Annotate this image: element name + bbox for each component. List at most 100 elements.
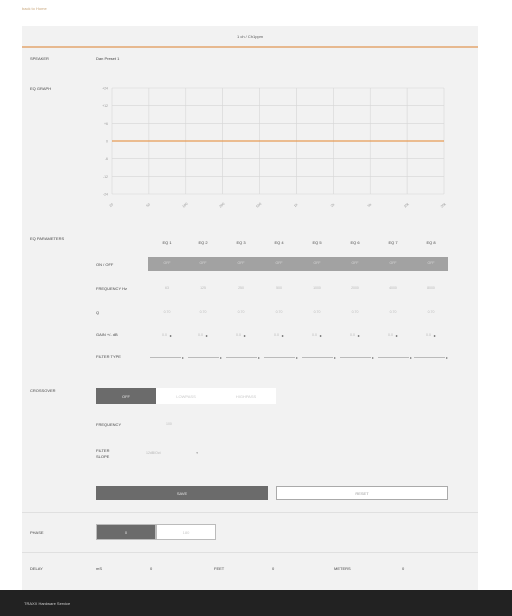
gain-stepper-eq7[interactable]: 0.0 ▸	[378, 332, 408, 338]
eq-y-tick-label: -6	[105, 157, 108, 161]
frequency-eq5[interactable]: 1000	[300, 286, 334, 290]
filter-type-label: FILTER TYPE	[96, 354, 121, 359]
divider	[22, 512, 478, 513]
eq-graph-label: EQ GRAPH	[30, 86, 52, 91]
gain-stepper-eq1[interactable]: 0.0 ▸	[152, 332, 182, 338]
filter-slope-select[interactable]: 12dB/Oct ▾	[144, 446, 200, 460]
q-eq4[interactable]: 0.70	[262, 310, 296, 314]
filter-type-eq1[interactable]: ▸	[150, 354, 184, 360]
gain-value-eq3: 0.0	[236, 333, 241, 337]
delay-meter-input[interactable]: 0	[402, 566, 404, 571]
col-head-eq5: EQ 5	[312, 240, 322, 245]
phase-option-180[interactable]: 180	[156, 524, 216, 540]
filter-type-eq5[interactable]: ▸	[302, 354, 336, 360]
caret-right-icon[interactable]: ▸	[396, 333, 398, 338]
filter-type-eq6[interactable]: ▸	[340, 354, 374, 360]
col-head-eq2: EQ 2	[198, 240, 208, 245]
caret-right-icon[interactable]: ▸	[244, 333, 246, 338]
crossover-option-lowpass[interactable]: LOWPASS	[156, 388, 216, 404]
onoff-toggle-eq5[interactable]: OFF	[304, 261, 330, 267]
q-eq6[interactable]: 0.70	[338, 310, 372, 314]
filter-type-eq3[interactable]: ▸	[226, 354, 260, 360]
col-head-eq6: EQ 6	[350, 240, 360, 245]
delay-ms-input[interactable]: 0	[150, 566, 152, 571]
gain-value-eq1: 0.0	[162, 333, 167, 337]
eq-x-tick-label: 10k	[403, 202, 410, 209]
eq-y-tick-label: 0	[106, 140, 108, 144]
footer-text: TRAXX Hardware Service	[24, 600, 71, 606]
filter-slope-value: 12dB/Oct	[146, 451, 161, 455]
onoff-toggle-eq8[interactable]: OFF	[418, 261, 444, 267]
delay-ms-label: mS	[96, 566, 102, 571]
q-label: Q	[96, 310, 100, 315]
onoff-label: ON / OFF	[96, 262, 114, 267]
q-eq2[interactable]: 0.70	[186, 310, 220, 314]
caret-right-icon[interactable]: ▸	[320, 333, 322, 338]
delay-label: DELAY	[30, 566, 43, 571]
filter-type-eq7[interactable]: ▸	[378, 354, 412, 360]
frequency-eq8[interactable]: 8000	[414, 286, 448, 290]
crossover-option-off[interactable]: OFF	[96, 388, 156, 404]
frequency-eq6[interactable]: 2000	[338, 286, 372, 290]
eq-x-tick-label: 50	[145, 202, 151, 208]
q-eq7[interactable]: 0.70	[376, 310, 410, 314]
caret-right-icon: ▸	[257, 354, 260, 360]
caret-right-icon[interactable]: ▸	[282, 333, 284, 338]
gain-stepper-eq5[interactable]: 0.0 ▸	[302, 332, 332, 338]
reset-button[interactable]: RESET	[276, 486, 448, 500]
caret-right-icon[interactable]: ▸	[434, 333, 436, 338]
frequency-eq7[interactable]: 4000	[376, 286, 410, 290]
eq-y-tick-label: +24	[102, 87, 108, 91]
caret-right-icon: ▸	[295, 354, 298, 360]
delay-feet-input[interactable]: 0	[272, 566, 274, 571]
q-eq5[interactable]: 0.70	[300, 310, 334, 314]
caret-right-icon: ▸	[333, 354, 336, 360]
col-head-eq8: EQ 8	[426, 240, 436, 245]
crossover-frequency-input[interactable]: 100	[166, 422, 172, 426]
gain-stepper-eq8[interactable]: 0.0 ▸	[416, 332, 446, 338]
chevron-down-icon: ▾	[196, 451, 198, 455]
filter-type-eq2[interactable]: ▸	[188, 354, 222, 360]
filter-type-eq8[interactable]: ▸	[414, 354, 448, 360]
gain-stepper-eq4[interactable]: 0.0 ▸	[264, 332, 294, 338]
eq-x-tick-label: 200	[219, 202, 226, 209]
onoff-toggle-eq7[interactable]: OFF	[380, 261, 406, 267]
eq-y-tick-label: -24	[103, 193, 108, 197]
onoff-toggle-eq2[interactable]: OFF	[190, 261, 216, 267]
back-link[interactable]: back to Home	[22, 6, 47, 11]
eq-y-tick-label: +12	[102, 104, 108, 108]
caret-right-icon[interactable]: ▸	[206, 333, 208, 338]
gain-stepper-eq3[interactable]: 0.0 ▸	[226, 332, 256, 338]
q-eq8[interactable]: 0.70	[414, 310, 448, 314]
eq-y-tick-label: +6	[104, 122, 108, 126]
gain-label: GAIN +/- dB	[96, 332, 118, 337]
q-eq3[interactable]: 0.70	[224, 310, 258, 314]
frequency-eq3[interactable]: 250	[224, 286, 258, 290]
caret-right-icon: ▸	[409, 354, 412, 360]
eq-x-tick-label: 20k	[440, 202, 447, 209]
frequency-eq4[interactable]: 500	[262, 286, 296, 290]
q-eq1[interactable]: 0.70	[150, 310, 184, 314]
footer: TRAXX Hardware Service	[0, 590, 512, 616]
phase-label: PHASE	[30, 530, 44, 535]
col-head-eq4: EQ 4	[274, 240, 284, 245]
caret-right-icon[interactable]: ▸	[358, 333, 360, 338]
crossover-frequency-label: FREQUENCY	[96, 422, 122, 427]
crossover-option-highpass[interactable]: HIGHPASS	[216, 388, 276, 404]
frequency-eq2[interactable]: 125	[186, 286, 220, 290]
filter-type-eq4[interactable]: ▸	[264, 354, 298, 360]
onoff-toggle-eq6[interactable]: OFF	[342, 261, 368, 267]
phase-option-0[interactable]: 0	[96, 524, 156, 540]
divider	[22, 552, 478, 553]
gain-stepper-eq2[interactable]: 0.0 ▸	[188, 332, 218, 338]
save-button[interactable]: SAVE	[96, 486, 268, 500]
onoff-toggle-eq4[interactable]: OFF	[266, 261, 292, 267]
delay-feet-label: FEET	[214, 566, 225, 571]
eq-x-tick-label: 500	[255, 202, 262, 209]
onoff-toggle-eq1[interactable]: OFF	[154, 261, 180, 267]
gain-stepper-eq6[interactable]: 0.0 ▸	[340, 332, 370, 338]
frequency-eq1[interactable]: 63	[150, 286, 184, 290]
caret-right-icon[interactable]: ▸	[170, 333, 172, 338]
onoff-toggle-eq3[interactable]: OFF	[228, 261, 254, 267]
onoff-bar: OFF OFF OFF OFF OFF OFF OFF OFF	[148, 257, 448, 271]
